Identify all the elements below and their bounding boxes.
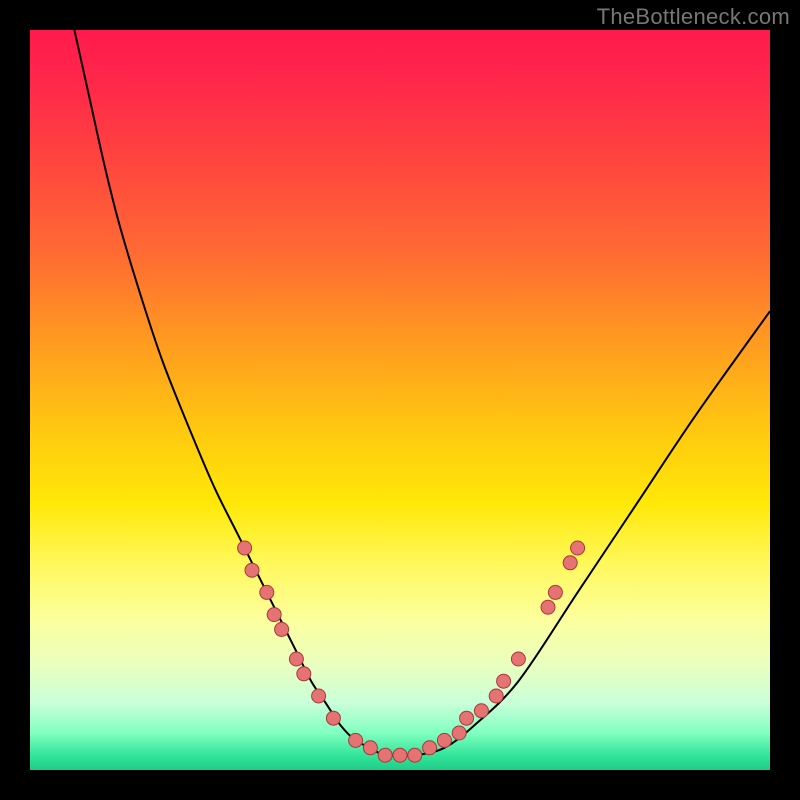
curve-marker xyxy=(378,748,392,762)
curve-marker xyxy=(275,622,289,636)
curve-marker xyxy=(312,689,326,703)
curve-marker xyxy=(289,652,303,666)
curve-marker xyxy=(297,667,311,681)
curve-marker xyxy=(267,608,281,622)
curve-marker xyxy=(260,585,274,599)
curve-marker xyxy=(571,541,585,555)
curve-marker xyxy=(497,674,511,688)
watermark-label: TheBottleneck.com xyxy=(597,4,790,30)
curve-marker xyxy=(245,563,259,577)
curve-marker xyxy=(393,748,407,762)
curve-marker xyxy=(541,600,555,614)
curve-marker xyxy=(511,652,525,666)
curve-marker xyxy=(474,704,488,718)
curve-marker xyxy=(437,733,451,747)
curve-marker xyxy=(563,556,577,570)
curve-marker xyxy=(363,741,377,755)
curve-marker xyxy=(238,541,252,555)
outer-frame: TheBottleneck.com xyxy=(0,0,800,800)
curve-marker xyxy=(548,585,562,599)
curve-marker xyxy=(326,711,340,725)
bottleneck-curve-path xyxy=(74,30,770,756)
curve-marker xyxy=(460,711,474,725)
curve-marker xyxy=(349,733,363,747)
curve-markers xyxy=(238,541,585,762)
plot-area xyxy=(30,30,770,770)
curve-marker xyxy=(452,726,466,740)
curve-marker xyxy=(408,748,422,762)
curve-marker xyxy=(423,741,437,755)
curve-marker xyxy=(489,689,503,703)
chart-svg xyxy=(30,30,770,770)
